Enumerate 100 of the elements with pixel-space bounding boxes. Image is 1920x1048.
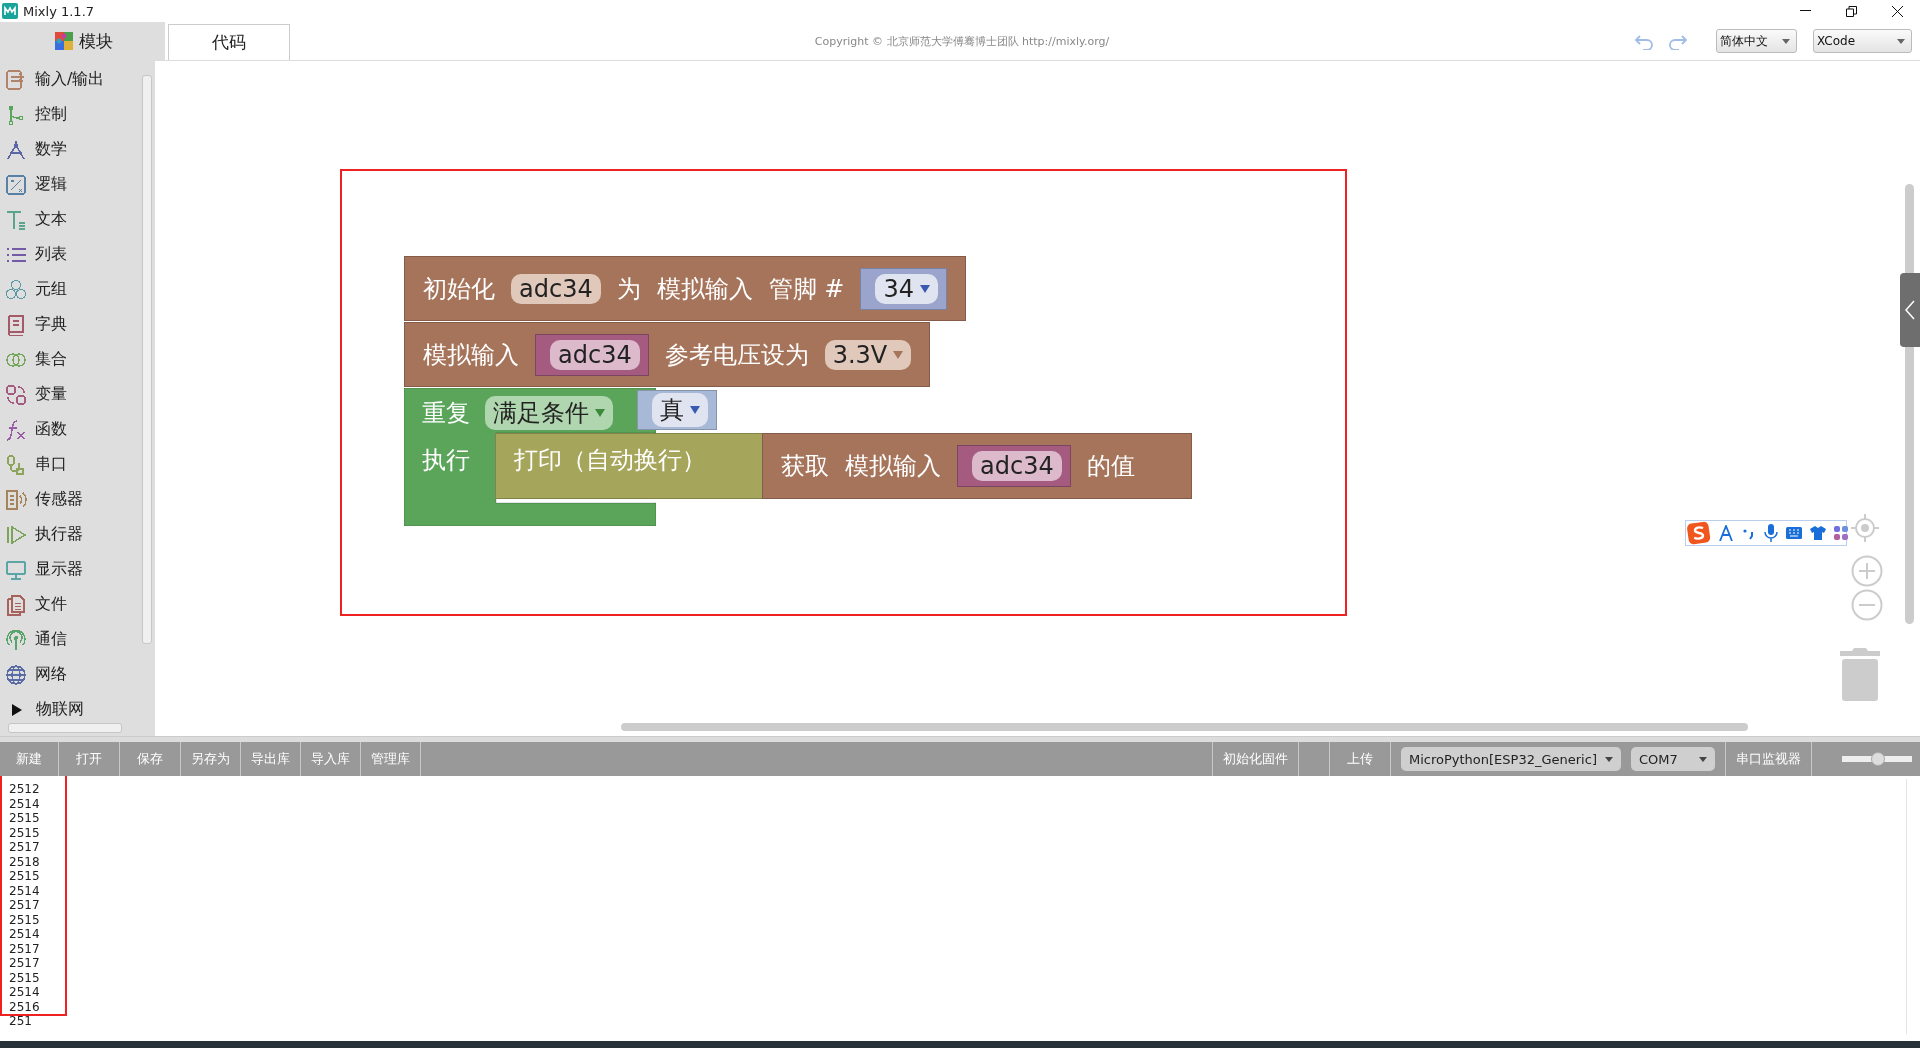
tab[interactable]: 代码 [168, 24, 290, 60]
minimize-icon [1799, 10, 1811, 12]
voltage-block[interactable]: 模拟输入 adc34 参考电压设为 3.3V [404, 322, 931, 387]
board-select[interactable]: MicroPython[ESP32_Generic] [1401, 747, 1621, 771]
block-label: 初始化 [423, 273, 495, 305]
shirt-icon[interactable] [1810, 526, 1826, 540]
variable-block[interactable]: adc34 [535, 333, 649, 376]
microphone-icon[interactable] [1764, 524, 1778, 542]
trash-icon[interactable] [1838, 646, 1882, 702]
pin-dropdown[interactable]: 34 [875, 273, 938, 304]
caret-icon [690, 406, 700, 414]
category-item[interactable]: 集合 [0, 342, 138, 377]
port-select[interactable]: COM7 [1631, 747, 1715, 771]
block-label: 模拟输入 [423, 339, 519, 371]
boolean-dropdown[interactable]: 真 [652, 393, 708, 427]
copyright-text: Copyright © 北京师范大学傅骞博士团队 http://mixly.org/ [813, 33, 1111, 50]
output-line: 2512 [9, 782, 41, 797]
caret-icon [595, 409, 605, 417]
output-line: 2514 [9, 985, 41, 1000]
output-line: 2514 [9, 796, 41, 811]
redo-icon[interactable] [1666, 32, 1688, 50]
output-line: 2515 [9, 912, 41, 927]
block-label: 的值 [1086, 451, 1135, 482]
pin-block[interactable]: 34 [860, 267, 947, 310]
output-line: 2515 [9, 869, 41, 884]
output-line: 2517 [9, 941, 41, 956]
condition-dropdown[interactable]: 满足条件 [485, 396, 613, 430]
collapse-button[interactable] [1900, 273, 1920, 347]
output-line: 2517 [9, 956, 41, 971]
font-icon[interactable] [1718, 525, 1734, 541]
block-label: 为 [616, 273, 641, 305]
read-block[interactable]: 获取 模拟输入 adc34 的值 [762, 433, 1192, 499]
variable-block[interactable]: adc34 [957, 445, 1071, 487]
variable-field[interactable]: adc34 [972, 451, 1062, 481]
slider-thumb[interactable] [1871, 752, 1886, 766]
category-item[interactable]: 函数 [0, 412, 138, 447]
output-line: 2515 [9, 970, 41, 985]
output-line: 251 [9, 1014, 33, 1029]
variable-field[interactable]: adc34 [550, 339, 640, 370]
category-item[interactable]: 字典 [0, 307, 138, 342]
caret-icon [1605, 756, 1613, 762]
block-label: 模拟输入 [845, 451, 941, 482]
category-item[interactable]: 网络 [0, 657, 138, 692]
output-line: 2515 [9, 811, 41, 826]
category-item[interactable]: 文本 [0, 202, 138, 237]
zoom-out-icon[interactable] [1851, 589, 1883, 621]
output-line: 2517 [9, 840, 41, 855]
category-item[interactable]: 逻辑 [0, 167, 138, 202]
block-label: 重复 [422, 398, 470, 429]
scrollbar-thumb[interactable] [142, 75, 152, 644]
variable-field[interactable]: adc34 [511, 273, 601, 304]
caret-icon [1897, 38, 1905, 44]
output-line: 2516 [9, 999, 41, 1014]
close-icon [1891, 5, 1903, 17]
category-item[interactable]: 文件 [0, 587, 138, 622]
scrollbar-thumb[interactable] [8, 723, 122, 733]
category-item[interactable]: 串口 [0, 447, 138, 482]
output-line: 2514 [9, 883, 41, 898]
caret-icon [893, 350, 904, 359]
undo-icon[interactable] [1634, 32, 1656, 50]
category-item[interactable]: 通信 [0, 622, 138, 657]
block-label: 参考电压设为 [664, 339, 809, 371]
category-item[interactable]: 列表 [0, 237, 138, 272]
category-item[interactable]: 传感器 [0, 482, 138, 517]
voltage-dropdown[interactable]: 3.3V [824, 339, 912, 370]
block-label: 管脚 # [768, 273, 845, 305]
scrollbar-thumb[interactable] [621, 723, 1748, 731]
language-select[interactable]: 简体中文 [1716, 29, 1797, 53]
output-line: 2518 [9, 854, 41, 869]
output-line: 2514 [9, 927, 41, 942]
chevron-left-icon [1905, 300, 1915, 320]
block-label: 执行 [422, 445, 470, 476]
category-item[interactable]: 执行器 [0, 517, 138, 552]
init-block[interactable]: 初始化 adc34 为 模拟输入 管脚 # 34 [404, 256, 966, 321]
theme-select[interactable]: XCode [1813, 29, 1912, 53]
restore-icon [1845, 5, 1857, 17]
category-item[interactable]: 控制 [0, 97, 138, 132]
block-label: 获取 [781, 451, 829, 482]
apps-icon[interactable] [1834, 526, 1848, 540]
category-folder[interactable]: 物联网 [0, 692, 138, 727]
puzzle-icon [52, 30, 75, 52]
output-line: 2515 [9, 825, 41, 840]
zoom-in-icon[interactable] [1851, 555, 1883, 587]
category-item[interactable]: 数学 [0, 132, 138, 167]
block-label: 打印（自动换行） [514, 445, 706, 476]
category-item[interactable]: 变量 [0, 377, 138, 412]
logo-icon[interactable] [1686, 521, 1712, 545]
block-label: 模拟输入 [656, 273, 753, 305]
category-item[interactable]: 显示器 [0, 552, 138, 587]
tab[interactable]: 模块 [0, 22, 165, 60]
category-item[interactable]: 元组 [0, 272, 138, 307]
boolean-block[interactable]: 真 [637, 390, 717, 430]
output-line: 2517 [9, 898, 41, 913]
caret-icon [1699, 756, 1707, 762]
window-title: Mixly 1.1.7 [23, 3, 96, 19]
keyboard-icon[interactable] [1786, 527, 1802, 539]
caret-icon [920, 284, 930, 293]
caret-icon [1782, 38, 1790, 44]
triangle-icon[interactable] [11, 703, 23, 716]
category-item[interactable]: 输入/输出 [0, 62, 138, 97]
